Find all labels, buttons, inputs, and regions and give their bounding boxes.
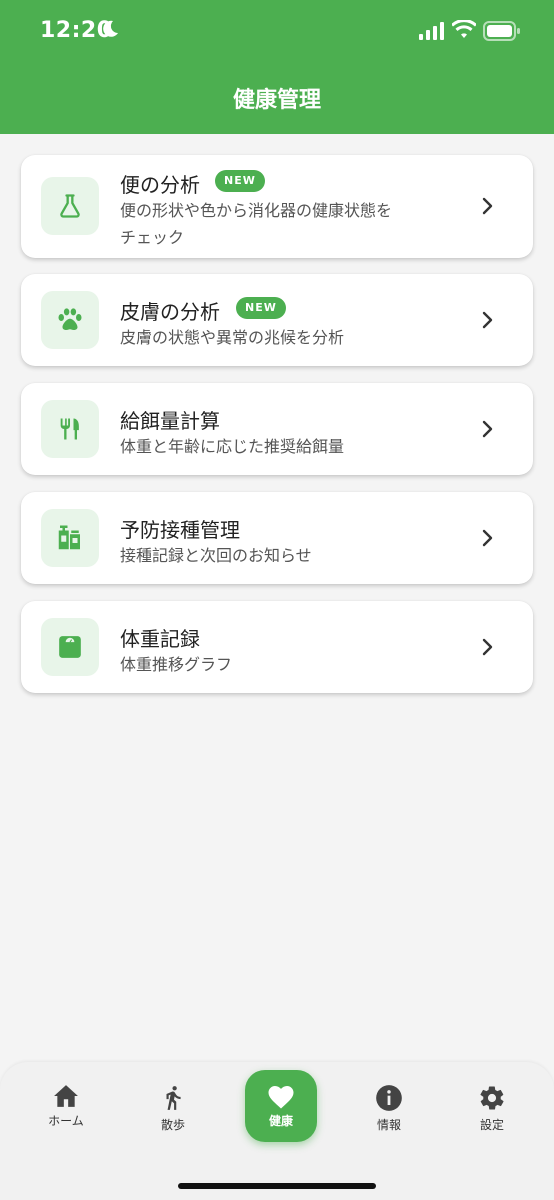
card-title: 便の分析 bbox=[120, 173, 200, 197]
card-title: 予防接種管理 bbox=[120, 518, 240, 542]
status-bar: 12:20 bbox=[0, 0, 554, 64]
nav-item-info[interactable]: 情報 bbox=[344, 1084, 434, 1133]
card-icon-container bbox=[41, 400, 99, 458]
nav-item-health[interactable]: 健康 bbox=[245, 1070, 317, 1142]
cellular-signal-icon bbox=[419, 22, 444, 40]
bottom-navigation: ホーム 散歩 健康 情報 設定 bbox=[0, 1062, 554, 1200]
nav-label: ホーム bbox=[48, 1114, 84, 1128]
scale-icon bbox=[59, 636, 81, 658]
nav-label: 設定 bbox=[479, 1118, 504, 1132]
card-title: 給餌量計算 bbox=[120, 409, 220, 433]
card-feeding-calculator[interactable]: 給餌量計算 体重と年齢に応じた推奨給餌量 bbox=[21, 383, 533, 475]
card-description: 体重推移グラフ bbox=[120, 655, 233, 674]
page-title: 健康管理 bbox=[232, 88, 321, 113]
battery-icon bbox=[483, 21, 520, 41]
nav-item-home[interactable]: ホーム bbox=[21, 1084, 111, 1129]
fork-knife-icon bbox=[60, 418, 79, 440]
paw-icon bbox=[58, 308, 82, 330]
nav-label: 情報 bbox=[376, 1118, 401, 1132]
card-description: 皮膚の状態や異常の兆候を分析 bbox=[120, 328, 345, 347]
card-description-line: 便の形状や色から消化器の健康状態を bbox=[120, 201, 393, 220]
chevron-right-icon bbox=[482, 638, 493, 656]
moon-icon bbox=[103, 20, 118, 37]
card-description-line: チェック bbox=[120, 228, 185, 247]
card-icon-container bbox=[41, 291, 99, 349]
card-weight-record[interactable]: 体重記録 体重推移グラフ bbox=[21, 601, 533, 693]
app-header: 12:20 健康管理 bbox=[0, 0, 554, 134]
card-description: 便の形状や色から消化器の健康状態を チェック bbox=[120, 197, 455, 251]
chevron-right-icon bbox=[482, 197, 493, 215]
card-vaccination-management[interactable]: 予防接種管理 接種記録と次回のお知らせ bbox=[21, 492, 533, 584]
card-description: 接種記録と次回のお知らせ bbox=[120, 546, 312, 565]
flask-icon bbox=[60, 194, 80, 218]
nav-label: 散歩 bbox=[160, 1118, 185, 1132]
card-icon-container bbox=[41, 618, 99, 676]
card-title: 体重記録 bbox=[120, 627, 200, 651]
wifi-icon bbox=[452, 20, 476, 38]
chevron-right-icon bbox=[482, 420, 493, 438]
nav-item-walk[interactable]: 散歩 bbox=[128, 1084, 218, 1133]
card-icon-container bbox=[41, 509, 99, 567]
nav-item-settings[interactable]: 設定 bbox=[447, 1084, 537, 1133]
card-title: 皮膚の分析 bbox=[120, 300, 220, 324]
chevron-right-icon bbox=[482, 311, 493, 329]
info-icon bbox=[376, 1085, 402, 1111]
walk-icon bbox=[166, 1086, 181, 1110]
gear-icon bbox=[480, 1086, 504, 1110]
card-icon-container bbox=[41, 177, 99, 235]
chevron-right-icon bbox=[482, 529, 493, 547]
home-indicator bbox=[178, 1183, 376, 1189]
new-badge: NEW bbox=[236, 297, 286, 319]
card-description: 体重と年齢に応じた推奨給餌量 bbox=[120, 437, 345, 456]
card-stool-analysis[interactable]: 便の分析 NEW 便の形状や色から消化器の健康状態を チェック bbox=[21, 155, 533, 258]
heart-icon bbox=[268, 1086, 294, 1109]
home-icon bbox=[54, 1085, 78, 1107]
new-badge: NEW bbox=[215, 170, 265, 192]
vaccine-icon bbox=[58, 525, 80, 550]
card-skin-analysis[interactable]: 皮膚の分析 NEW 皮膚の状態や異常の兆候を分析 bbox=[21, 274, 533, 366]
nav-label: 健康 bbox=[268, 1114, 293, 1128]
